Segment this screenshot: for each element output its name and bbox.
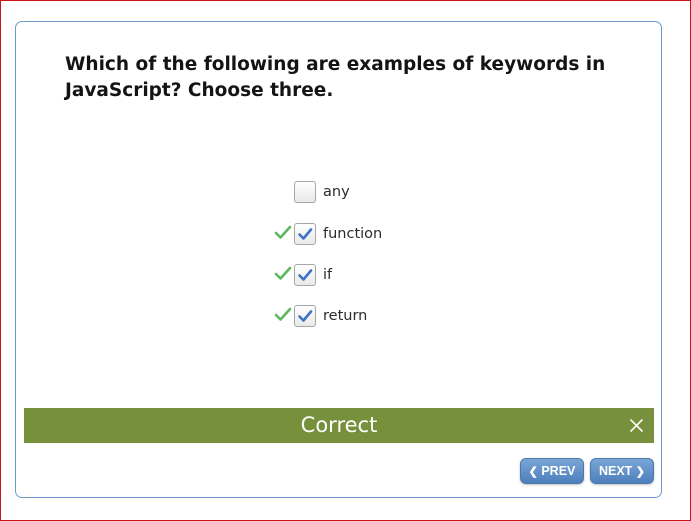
checkbox-any[interactable] xyxy=(294,181,316,203)
checkmark-icon xyxy=(298,269,313,281)
option-if[interactable]: if xyxy=(274,263,494,289)
answer-options: any function if return xyxy=(274,180,494,340)
correct-tick-icon xyxy=(274,266,292,280)
option-return[interactable]: return xyxy=(274,304,494,330)
question-card: Which of the following are examples of k… xyxy=(15,21,662,498)
option-label-return: return xyxy=(323,308,368,324)
checkmark-icon xyxy=(298,310,313,322)
correct-tick-icon xyxy=(274,307,292,321)
option-label-any: any xyxy=(323,184,350,200)
option-function[interactable]: function xyxy=(274,222,494,248)
close-icon[interactable] xyxy=(628,417,645,434)
chevron-left-icon: ❮ xyxy=(528,466,538,478)
chevron-right-icon: ❯ xyxy=(635,466,646,478)
feedback-banner: Correct xyxy=(24,408,654,443)
feedback-text: Correct xyxy=(300,413,378,437)
option-label-if: if xyxy=(323,267,333,283)
option-label-function: function xyxy=(323,226,383,242)
prev-button-label: PREV xyxy=(541,464,576,478)
option-any[interactable]: any xyxy=(274,180,494,206)
checkbox-if[interactable] xyxy=(294,264,316,286)
next-button[interactable]: NEXT ❯ xyxy=(590,458,654,484)
prev-button[interactable]: ❮ PREV xyxy=(520,458,584,484)
checkbox-function[interactable] xyxy=(294,223,316,245)
checkbox-return[interactable] xyxy=(294,305,316,327)
question-text: Which of the following are examples of k… xyxy=(65,54,606,101)
correct-tick-icon xyxy=(274,225,292,239)
quiz-window: Which of the following are examples of k… xyxy=(0,0,691,521)
next-button-label: NEXT xyxy=(598,464,633,478)
checkmark-icon xyxy=(298,228,313,240)
